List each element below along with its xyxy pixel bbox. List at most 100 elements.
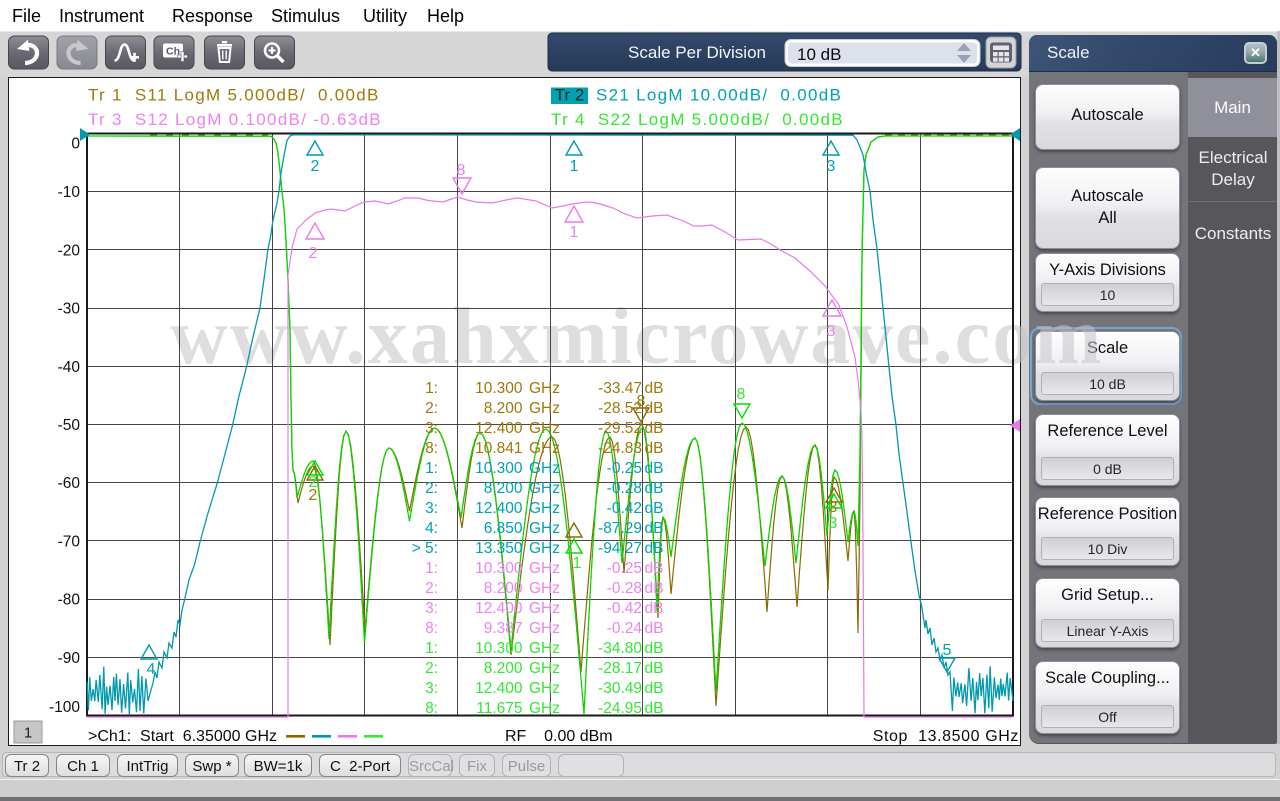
svg-text:10 dB: 10 dB	[797, 45, 841, 64]
svg-text:GHz: GHz	[529, 380, 560, 397]
svg-text:GHz: GHz	[529, 540, 560, 557]
svg-text:8: 8	[457, 162, 466, 179]
svg-text:-24.95: -24.95	[598, 700, 642, 717]
svg-text:-29.52: -29.52	[598, 420, 642, 437]
svg-text:10.300: 10.300	[475, 460, 523, 477]
svg-text:-28.52: -28.52	[598, 400, 642, 417]
svg-text:12.400: 12.400	[475, 420, 523, 437]
svg-text:GHz: GHz	[529, 400, 560, 417]
svg-text:8.200: 8.200	[484, 400, 523, 417]
svg-text:Tr 2: Tr 2	[555, 86, 585, 105]
svg-text:S21 LogM 10.00dB/ 0.00dB: S21 LogM 10.00dB/ 0.00dB	[596, 86, 842, 105]
svg-text:dB: dB	[645, 580, 664, 597]
svg-text:8:: 8:	[425, 620, 438, 637]
svg-text:Tr 3 S12 LogM 0.100dB/ -0.63d: Tr 3 S12 LogM 0.100dB/ -0.63dB	[88, 110, 382, 129]
svg-text:0: 0	[71, 136, 80, 153]
svg-text:5: 5	[943, 642, 952, 659]
svg-text:dB: dB	[645, 460, 664, 477]
svg-text:8:: 8:	[425, 700, 438, 717]
svg-text:10.841: 10.841	[475, 440, 522, 457]
svg-text:4: 4	[147, 661, 156, 678]
svg-text:GHz: GHz	[529, 680, 560, 697]
svg-text:-94.27: -94.27	[598, 540, 642, 557]
svg-text:8.200: 8.200	[484, 480, 523, 497]
svg-text:-0.25: -0.25	[607, 560, 642, 577]
svg-text:-100: -100	[49, 699, 80, 716]
svg-text:3:: 3:	[425, 500, 438, 517]
svg-text:>Ch1: Start 6.35000 GHz: >Ch1: Start 6.35000 GHz	[88, 728, 277, 745]
svg-text:1:: 1:	[425, 380, 438, 397]
svg-text:dB: dB	[645, 640, 664, 657]
svg-text:-80: -80	[58, 592, 81, 609]
svg-text:2: 2	[309, 474, 318, 491]
svg-text:-60: -60	[58, 475, 81, 492]
svg-text:GHz: GHz	[529, 700, 560, 717]
svg-text:12.400: 12.400	[475, 680, 523, 697]
svg-text:1:: 1:	[425, 640, 438, 657]
svg-text:13.350: 13.350	[475, 540, 523, 557]
svg-text:2:: 2:	[425, 660, 438, 677]
svg-text:1: 1	[573, 555, 582, 572]
svg-text:dB: dB	[645, 400, 664, 417]
svg-text:-24.83: -24.83	[598, 440, 642, 457]
svg-text:-70: -70	[58, 533, 81, 550]
svg-text:GHz: GHz	[529, 420, 560, 437]
svg-text:dB: dB	[645, 660, 664, 677]
svg-text:-0.42: -0.42	[607, 600, 642, 617]
svg-text:-0.25: -0.25	[607, 460, 642, 477]
svg-text:www.xahxmicrowave.com: www.xahxmicrowave.com	[1020, 315, 1103, 375]
svg-text:8.200: 8.200	[484, 580, 523, 597]
svg-text:-30.49: -30.49	[598, 680, 642, 697]
svg-text:6.850: 6.850	[484, 520, 523, 537]
svg-text:dB: dB	[645, 440, 664, 457]
svg-text:3: 3	[827, 323, 836, 340]
svg-text:-87.29: -87.29	[598, 520, 642, 537]
svg-text:-10: -10	[58, 184, 81, 201]
svg-text:GHz: GHz	[529, 580, 560, 597]
svg-text:GHz: GHz	[529, 440, 560, 457]
svg-text:dB: dB	[645, 600, 664, 617]
svg-text:10.300: 10.300	[475, 560, 523, 577]
svg-text:8.200: 8.200	[484, 660, 523, 677]
svg-text:dB: dB	[645, 560, 664, 577]
svg-text:-50: -50	[58, 417, 81, 434]
svg-text:4:: 4:	[425, 520, 438, 537]
svg-text:GHz: GHz	[529, 620, 560, 637]
svg-text:-30: -30	[58, 301, 81, 318]
svg-text:GHz: GHz	[529, 660, 560, 677]
svg-text:-90: -90	[58, 650, 81, 667]
svg-text:-20: -20	[58, 242, 81, 259]
svg-text:Stop 13.8500 GHz: Stop 13.8500 GHz	[873, 728, 1019, 745]
svg-text:-0.28: -0.28	[607, 480, 642, 497]
svg-text:-34.80: -34.80	[598, 640, 642, 657]
svg-text:dB: dB	[645, 380, 664, 397]
svg-text:GHz: GHz	[529, 560, 560, 577]
svg-text:dB: dB	[645, 420, 664, 437]
svg-text:1: 1	[570, 158, 579, 175]
svg-text:Tr 1 S11 LogM 5.000dB/ 0.00d: Tr 1 S11 LogM 5.000dB/ 0.00dB	[88, 86, 380, 105]
svg-text:GHz: GHz	[529, 520, 560, 537]
svg-text:-0.42: -0.42	[607, 500, 642, 517]
svg-text:dB: dB	[645, 700, 664, 717]
svg-text:1:: 1:	[425, 560, 438, 577]
svg-text:8:: 8:	[425, 440, 438, 457]
svg-text:8: 8	[737, 386, 746, 403]
svg-text:10.300: 10.300	[475, 640, 523, 657]
svg-text:-0.28: -0.28	[607, 580, 642, 597]
svg-text:3:: 3:	[425, 680, 438, 697]
svg-text:1: 1	[24, 725, 32, 742]
svg-text:dB: dB	[645, 620, 664, 637]
svg-text:1: 1	[570, 224, 579, 241]
svg-text:dB: dB	[645, 520, 664, 537]
svg-text:-40: -40	[58, 359, 81, 376]
svg-text:3:: 3:	[425, 420, 438, 437]
svg-text:2:: 2:	[425, 580, 438, 597]
svg-text:Scale Per Division: Scale Per Division	[628, 43, 766, 62]
svg-text:> 5:: > 5:	[412, 540, 438, 557]
svg-text:GHz: GHz	[529, 600, 560, 617]
svg-text:dB: dB	[645, 480, 664, 497]
svg-text:2:: 2:	[425, 400, 438, 417]
svg-text:2: 2	[311, 158, 320, 175]
svg-text:dB: dB	[645, 540, 664, 557]
svg-text:GHz: GHz	[529, 480, 560, 497]
